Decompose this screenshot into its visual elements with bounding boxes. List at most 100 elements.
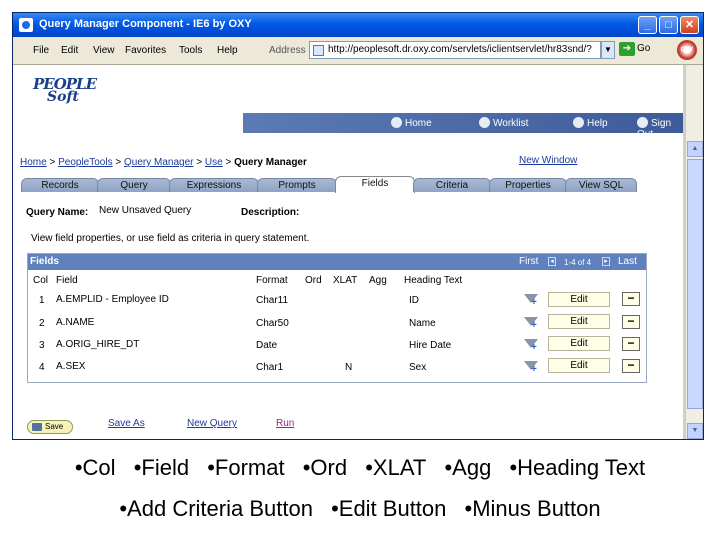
row3-edit-button[interactable]: Edit xyxy=(548,336,610,351)
scroll-down-icon[interactable]: ▼ xyxy=(687,423,703,439)
home-icon xyxy=(391,117,402,128)
breadcrumb-query-manager[interactable]: Query Manager xyxy=(124,157,193,168)
add-criteria-icon[interactable]: + xyxy=(523,360,539,375)
row4-edit-button[interactable]: Edit xyxy=(548,358,610,373)
tab-criteria[interactable]: Criteria xyxy=(413,178,491,192)
row4-heading: Sex xyxy=(409,362,427,373)
row1-heading: ID xyxy=(409,295,419,306)
add-criteria-icon[interactable]: + xyxy=(523,338,539,353)
tab-records[interactable]: Records xyxy=(21,178,99,192)
caption-col: •Col xyxy=(74,455,116,480)
top-nav-bar: Home Worklist Help Sign Out xyxy=(243,113,683,140)
brand-logo-icon: OXY xyxy=(677,40,697,60)
add-criteria-icon[interactable]: + xyxy=(523,316,539,331)
maximize-button[interactable]: □ xyxy=(659,16,678,34)
help-icon xyxy=(573,117,584,128)
tab-strip: Records Query Expressions Prompts Fields… xyxy=(21,176,637,193)
address-input[interactable]: http://peoplesoft.dr.oxy.com/servlets/ic… xyxy=(309,41,601,59)
nav-sign-out[interactable]: Sign Out xyxy=(637,117,683,140)
go-button[interactable]: ➔ Go xyxy=(619,42,650,56)
prev-arrow-icon[interactable]: ◂ xyxy=(548,257,556,266)
row1-minus-button[interactable]: − xyxy=(622,292,640,306)
nav-home[interactable]: Home xyxy=(391,117,432,129)
breadcrumb-home[interactable]: Home xyxy=(20,157,47,168)
menu-view[interactable]: View xyxy=(93,45,115,56)
menu-help[interactable]: Help xyxy=(217,45,238,56)
peoplesoft-logo: PEOPLE Soft xyxy=(33,75,97,105)
tab-query[interactable]: Query xyxy=(97,178,171,192)
breadcrumb: Home > PeopleTools > Query Manager > Use… xyxy=(20,157,307,168)
instructions-text: View field properties, or use field as c… xyxy=(31,233,310,244)
row2-minus-button[interactable]: − xyxy=(622,315,640,329)
run-link[interactable]: Run xyxy=(276,418,294,429)
caption-field: •Field xyxy=(133,455,190,480)
minimize-button[interactable]: _ xyxy=(638,16,657,34)
page-content: PEOPLE Soft Home Worklist Help Sign Out … xyxy=(13,65,683,439)
title-bar: Query Manager Component - IE6 by OXY _ □… xyxy=(13,13,703,37)
caption-ord: •Ord xyxy=(302,455,348,480)
col-header-agg: Agg xyxy=(369,275,387,286)
row4-format: Char1 xyxy=(256,362,284,373)
row4-field: A.SEX xyxy=(56,361,86,372)
caption-xlat: •XLAT xyxy=(365,455,427,480)
grid-last-link[interactable]: Last xyxy=(618,256,637,267)
row2-format: Char50 xyxy=(256,318,289,329)
address-url: http://peoplesoft.dr.oxy.com/servlets/ic… xyxy=(328,44,592,55)
tab-properties[interactable]: Properties xyxy=(489,178,567,192)
caption-line-2: •Add Criteria Button •Edit Button •Minus… xyxy=(0,496,720,522)
menu-file[interactable]: File xyxy=(33,45,49,56)
vertical-scrollbar[interactable]: ▲ ▼ xyxy=(685,65,703,439)
scroll-thumb[interactable] xyxy=(687,159,703,409)
menu-favorites[interactable]: Favorites xyxy=(125,45,166,56)
menu-bar: File Edit View Favorites Tools Help Addr… xyxy=(13,37,703,65)
row4-minus-button[interactable]: − xyxy=(622,359,640,373)
nav-help[interactable]: Help xyxy=(573,117,608,129)
save-button[interactable]: Save xyxy=(27,420,73,434)
tab-prompts[interactable]: Prompts xyxy=(257,178,337,192)
tab-expressions[interactable]: Expressions xyxy=(169,178,259,192)
col-header-heading-text: Heading Text xyxy=(404,275,463,286)
row2-col: 2 xyxy=(39,318,45,329)
next-arrow-icon[interactable]: ▸ xyxy=(602,257,610,266)
caption-agg: •Agg xyxy=(444,455,492,480)
address-dropdown-icon[interactable]: ▼ xyxy=(601,41,615,59)
caption-heading-text: •Heading Text xyxy=(509,455,646,480)
grid-title: Fields xyxy=(30,256,59,267)
ie-app-icon xyxy=(19,18,33,32)
tab-fields[interactable]: Fields xyxy=(335,176,415,193)
row3-format: Date xyxy=(256,340,278,351)
save-as-link[interactable]: Save As xyxy=(108,418,145,429)
row2-field: A.NAME xyxy=(56,317,95,328)
scroll-up-icon[interactable]: ▲ xyxy=(687,141,703,157)
grid-range: 1-4 of 4 xyxy=(564,258,592,267)
nav-worklist[interactable]: Worklist xyxy=(479,117,528,129)
caption-minus-button: •Minus Button xyxy=(464,496,601,521)
row1-edit-button[interactable]: Edit xyxy=(548,292,610,307)
breadcrumb-use[interactable]: Use xyxy=(205,157,223,168)
add-criteria-icon[interactable]: + xyxy=(523,293,539,308)
menu-tools[interactable]: Tools xyxy=(179,45,202,56)
window-title: Query Manager Component - IE6 by OXY xyxy=(39,18,252,30)
grid-first-link[interactable]: First xyxy=(519,256,538,267)
page-icon xyxy=(313,45,324,56)
description-label: Description: xyxy=(241,207,300,218)
grid-header: Fields First ◂ 1-4 of 4 ▸ Last xyxy=(28,254,646,270)
col-header-xlat: XLAT xyxy=(333,275,358,286)
new-window-link[interactable]: New Window xyxy=(519,155,577,166)
query-name-value: New Unsaved Query xyxy=(99,205,192,216)
close-button[interactable]: ✕ xyxy=(680,16,699,34)
row4-col: 4 xyxy=(39,362,45,373)
go-arrow-icon: ➔ xyxy=(619,42,635,56)
breadcrumb-current: Query Manager xyxy=(234,157,307,168)
menu-edit[interactable]: Edit xyxy=(61,45,78,56)
row2-heading: Name xyxy=(409,318,436,329)
new-query-link[interactable]: New Query xyxy=(187,418,237,429)
worklist-icon xyxy=(479,117,490,128)
address-label: Address xyxy=(269,45,306,56)
tab-view-sql[interactable]: View SQL xyxy=(565,178,637,192)
row3-minus-button[interactable]: − xyxy=(622,337,640,351)
col-header-format: Format xyxy=(256,275,288,286)
row1-col: 1 xyxy=(39,295,45,306)
breadcrumb-peopletools[interactable]: PeopleTools xyxy=(58,157,112,168)
row2-edit-button[interactable]: Edit xyxy=(548,314,610,329)
